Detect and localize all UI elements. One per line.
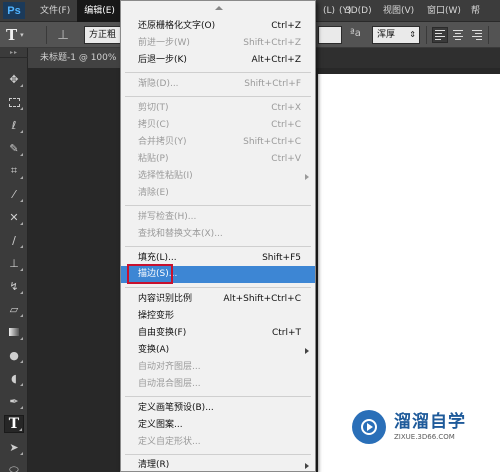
menu-item-purge[interactable]: 清理(R) [121, 457, 315, 472]
type-tool-icon[interactable]: T [4, 415, 24, 433]
menu-item-content-aware-scale[interactable]: 内容识别比例 Alt+Shift+Ctrl+C [121, 291, 315, 308]
edit-menu: 还原栅格化文字(O) Ctrl+Z 前进一步(W) Shift+Ctrl+Z 后… [120, 0, 316, 472]
pen-tool-icon[interactable]: ✒ [4, 392, 24, 410]
align-right-button[interactable] [468, 27, 484, 43]
type-tool-icon: T [6, 26, 18, 44]
watermark-url: ZIXUE.3D66.COM [394, 433, 455, 441]
font-style-select[interactable] [318, 26, 342, 44]
menu-item-define-pattern[interactable]: 定义图案... [121, 417, 315, 434]
menu-item-paste[interactable]: 粘贴(P) Ctrl+V [121, 151, 315, 168]
menu-item-step-backward[interactable]: 后退一步(K) Alt+Ctrl+Z [121, 52, 315, 69]
healing-brush-tool-icon[interactable]: ✕ [4, 208, 24, 226]
lasso-tool-icon[interactable]: ℓ [4, 116, 24, 134]
submenu-arrow-icon [305, 174, 309, 180]
dodge-tool-icon[interactable]: ◖ [4, 369, 24, 387]
menu-scroll-up-icon[interactable] [121, 1, 317, 15]
move-tool-icon[interactable]: ✥ [4, 70, 24, 88]
gradient-tool-icon[interactable] [4, 323, 24, 341]
menu-item-clear[interactable]: 清除(E) [121, 185, 315, 202]
crop-tool-icon[interactable]: ⌗ [4, 162, 24, 180]
menu-item-step-forward[interactable]: 前进一步(W) Shift+Ctrl+Z [121, 35, 315, 52]
menu-separator [125, 96, 311, 97]
menu-separator [125, 396, 311, 397]
play-icon [361, 419, 377, 435]
panel-grip[interactable]: ▸▸ [0, 48, 28, 58]
menu-item-undo[interactable]: 还原栅格化文字(O) Ctrl+Z [121, 18, 315, 35]
menu-separator [125, 287, 311, 288]
menu-3d[interactable]: 3D(D) [338, 0, 379, 22]
menu-separator [125, 72, 311, 73]
menu-item-copy-merged[interactable]: 合并拷贝(Y) Shift+Ctrl+C [121, 134, 315, 151]
watermark-title: 溜溜自学 [394, 412, 466, 432]
watermark: 溜溜自学 ZIXUE.3D66.COM [352, 404, 482, 450]
quick-selection-tool-icon[interactable]: ✎ [4, 139, 24, 157]
eraser-tool-icon[interactable]: ▱ [4, 300, 24, 318]
menu-separator [125, 246, 311, 247]
marquee-tool-icon[interactable] [4, 93, 24, 111]
text-orientation-icon[interactable]: ⊥ [54, 26, 72, 44]
document-tab[interactable]: 未标题-1 @ 100% [28, 48, 128, 68]
divider [46, 26, 47, 44]
chevron-updown-icon: ⇕ [409, 30, 416, 39]
menu-item-spell-check[interactable]: 拼写检查(H)... [121, 209, 315, 226]
submenu-arrow-icon [305, 463, 309, 469]
menu-item-free-transform[interactable]: 自由变换(F) Ctrl+T [121, 325, 315, 342]
submenu-arrow-icon [305, 348, 309, 354]
annotation-highlight-box [127, 264, 173, 284]
watermark-text: 溜溜自学 ZIXUE.3D66.COM [394, 412, 466, 442]
history-brush-tool-icon[interactable]: ↯ [4, 277, 24, 295]
font-family-select[interactable]: 方正粗 [84, 26, 124, 44]
align-center-button[interactable] [450, 27, 466, 43]
menu-item-define-custom-shape[interactable]: 定义自定形状... [121, 434, 315, 451]
menu-item-transform[interactable]: 变换(A) [121, 342, 315, 359]
menu-item-cut[interactable]: 剪切(T) Ctrl+X [121, 100, 315, 117]
blur-tool-icon[interactable]: ● [4, 346, 24, 364]
divider [426, 26, 427, 44]
menu-window[interactable]: 窗口(W) [420, 0, 468, 22]
menu-item-copy[interactable]: 拷贝(C) Ctrl+C [121, 117, 315, 134]
menu-item-find-replace[interactable]: 查找和替换文本(X)... [121, 226, 315, 243]
antialias-select[interactable]: 浑厚 ⇕ [372, 26, 420, 44]
menu-view[interactable]: 视图(V) [376, 0, 421, 22]
divider [488, 26, 489, 44]
eyedropper-tool-icon[interactable]: ⁄ [4, 185, 24, 203]
tool-preset-picker[interactable]: T ▾ [6, 26, 34, 44]
chevron-down-icon: ▾ [20, 31, 24, 39]
menu-item-auto-align-layers[interactable]: 自动对齐图层... [121, 359, 315, 376]
menu-edit[interactable]: 编辑(E) [77, 0, 122, 22]
menu-item-paste-special[interactable]: 选择性粘贴(I) [121, 168, 315, 185]
photoshop-logo: Ps [3, 2, 25, 19]
menu-file[interactable]: 文件(F) [33, 0, 77, 22]
watermark-logo-icon [352, 410, 386, 444]
antialias-value: 浑厚 [377, 30, 396, 40]
shape-tool-icon[interactable]: ⬭ [4, 461, 24, 472]
brush-tool-icon[interactable]: ∕ [4, 231, 24, 249]
clone-stamp-tool-icon[interactable]: ⊥ [4, 254, 24, 272]
align-left-button[interactable] [432, 27, 448, 43]
menu-item-auto-blend-layers[interactable]: 自动混合图层... [121, 376, 315, 393]
antialias-label: ªa [350, 28, 361, 39]
path-selection-tool-icon[interactable]: ➤ [4, 438, 24, 456]
menu-item-puppet-warp[interactable]: 操控变形 [121, 308, 315, 325]
menu-separator [125, 454, 311, 455]
tools-panel: ▸▸ ✥ ℓ ✎ ⌗ ⁄ ✕ ∕ ⊥ ↯ ▱ ● ◖ ✒ T ➤ ⬭ [0, 48, 28, 472]
menu-item-fade[interactable]: 渐隐(D)... Shift+Ctrl+F [121, 76, 315, 93]
menu-item-define-brush[interactable]: 定义画笔预设(B)... [121, 400, 315, 417]
menu-help[interactable]: 帮 [464, 0, 487, 22]
menu-separator [125, 205, 311, 206]
